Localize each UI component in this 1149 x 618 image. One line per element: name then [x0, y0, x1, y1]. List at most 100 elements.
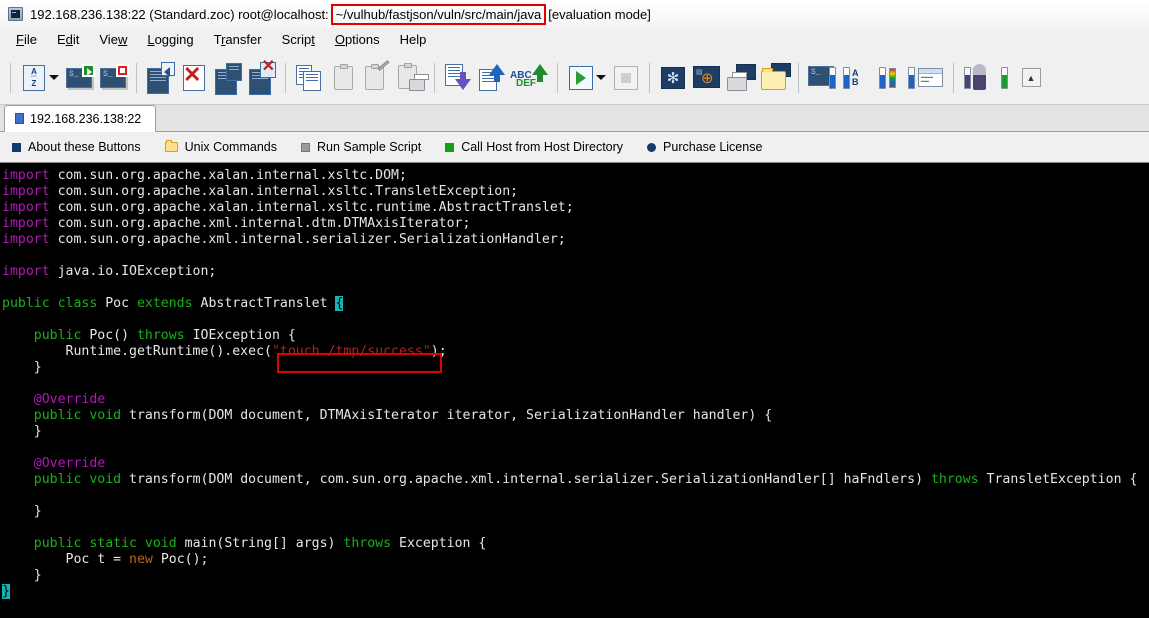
run-script-icon[interactable]	[564, 58, 598, 98]
title-suffix: [evaluation mode]	[548, 6, 651, 22]
terminal-window-icon	[8, 7, 23, 21]
session-tab-icon	[15, 113, 24, 124]
preferences-icon[interactable]	[994, 58, 1014, 98]
snowflake-icon: ✻	[661, 66, 685, 89]
previous-page-icon[interactable]	[143, 58, 177, 98]
color-options-icon[interactable]	[873, 58, 907, 98]
terminal-text: new	[129, 552, 153, 567]
terminal-line: @Override	[2, 392, 1149, 408]
paste-icon[interactable]	[326, 58, 360, 98]
print-clipboard-icon[interactable]	[394, 58, 429, 98]
terminal-line: Poc t = new Poc();	[2, 552, 1149, 568]
open-folder-icon[interactable]	[758, 58, 792, 98]
button-bar-label: Purchase License	[663, 140, 763, 154]
button-bar-item-unix-commands[interactable]: Unix Commands	[153, 140, 289, 154]
toolbar-separator	[649, 62, 650, 93]
button-bar-item-call-host-from-host-directory[interactable]: Call Host from Host Directory	[433, 140, 635, 154]
font-options-icon[interactable]: A B	[839, 58, 873, 98]
title-path-highlight: ~/vulhub/fastjson/vuln/src/main/java	[330, 3, 547, 25]
terminal-text: TransletException {	[978, 472, 1138, 487]
toolbar-separator	[557, 62, 558, 93]
terminal-line: }	[2, 424, 1149, 440]
menu-file[interactable]: File	[6, 30, 47, 49]
square-marker-icon	[300, 142, 310, 152]
upload-file-icon[interactable]	[475, 58, 509, 98]
clear-screen-icon[interactable]: ✕	[177, 58, 211, 98]
terminal-line: @Override	[2, 456, 1149, 472]
terminal-line: }	[2, 584, 1149, 600]
toolbar-separator	[285, 62, 286, 93]
terminal-text: throws	[343, 536, 392, 551]
terminal-text: java.io.IOException;	[49, 264, 217, 279]
menu-logging[interactable]: Logging	[137, 30, 203, 49]
menu-transfer[interactable]: Transfer	[204, 30, 272, 49]
terminal-text: com.sun.org.apache.xml.internal.dtm.DTMA…	[49, 216, 471, 231]
scroll-up-icon[interactable]: ▲	[1014, 58, 1048, 98]
stop-script-icon[interactable]	[609, 58, 643, 98]
ascii-transfer-icon[interactable]: ABC DEF	[509, 58, 551, 98]
terminal-screen[interactable]: import com.sun.org.apache.xalan.internal…	[0, 163, 1149, 618]
print-screen-icon[interactable]	[724, 58, 758, 98]
terminal-cursor: }	[2, 584, 10, 599]
menu-help[interactable]: Help	[390, 30, 437, 49]
terminal-text: public	[33, 328, 82, 343]
new-session-icon[interactable]: ✻	[656, 58, 690, 98]
menu-script[interactable]: Script	[272, 30, 325, 49]
cancel-transfer-icon[interactable]: ✕	[245, 58, 279, 98]
sort-directory-icon[interactable]: A ··· Z	[17, 58, 51, 98]
terminal-text: }	[2, 504, 42, 519]
title-prefix: 192.168.236.138:22 (Standard.zoc) root@l…	[30, 6, 329, 22]
configure-icon[interactable]	[960, 58, 994, 98]
terminal-line: public static void main(String[] args) t…	[2, 536, 1149, 552]
download-file-icon[interactable]	[441, 58, 475, 98]
menu-options[interactable]: Options	[325, 30, 390, 49]
terminal-text: public void	[33, 472, 122, 487]
terminal-text: @Override	[33, 392, 106, 407]
session-options-icon[interactable]	[805, 58, 839, 98]
terminal-text: public class	[2, 296, 98, 311]
terminal-text: com.sun.org.apache.xalan.internal.xsltc.…	[49, 200, 574, 215]
terminal-text: import	[2, 264, 50, 279]
terminal-text: public static void	[33, 536, 177, 551]
toolbar-separator	[434, 62, 435, 93]
host-directory-icon[interactable]: ▤ ⊕	[690, 58, 724, 98]
toolbar-separator	[10, 62, 11, 93]
connect-session-icon[interactable]	[62, 58, 96, 98]
menu-view[interactable]: View	[89, 30, 137, 49]
font-b-label: B	[852, 76, 859, 87]
terminal-text: public void	[33, 408, 122, 423]
terminal-text: main(String[] args)	[176, 536, 344, 551]
edit-clipboard-icon[interactable]	[360, 58, 394, 98]
button-bar-item-purchase-license[interactable]: Purchase License	[635, 140, 774, 154]
send-text-icon[interactable]	[211, 58, 245, 98]
terminal-text: Poc	[97, 296, 137, 311]
title-bar: 192.168.236.138:22 (Standard.zoc) root@l…	[0, 0, 1149, 28]
terminal-line: import com.sun.org.apache.xml.internal.s…	[2, 232, 1149, 248]
terminal-line: import com.sun.org.apache.xalan.internal…	[2, 184, 1149, 200]
terminal-text: );	[430, 344, 447, 359]
terminal-text: com.sun.org.apache.xml.internal.serializ…	[49, 232, 566, 247]
button-bar-item-run-sample-script[interactable]: Run Sample Script	[289, 140, 433, 154]
terminal-text: Exception {	[391, 536, 487, 551]
window-options-icon[interactable]: ▬▬▬ ▬▬	[907, 58, 947, 98]
toolbar-separator	[798, 62, 799, 93]
scroll-up-glyph: ▲	[1021, 68, 1041, 87]
folder-icon	[164, 140, 178, 152]
session-tab-192-168-236-138[interactable]: 192.168.236.138:22	[4, 105, 157, 132]
terminal-text: throws	[930, 472, 979, 487]
terminal-line: import com.sun.org.apache.xalan.internal…	[2, 168, 1149, 184]
copy-list-icon[interactable]	[292, 58, 326, 98]
button-bar-label: Run Sample Script	[316, 140, 422, 154]
terminal-text: }	[2, 568, 42, 583]
terminal-text: import	[2, 168, 50, 183]
terminal-text: extends	[136, 296, 193, 311]
menu-edit[interactable]: Edit	[47, 30, 89, 49]
terminal-cursor: {	[335, 296, 344, 311]
terminal-text: "touch /tmp/success"	[271, 344, 431, 359]
toolbar-separator	[953, 62, 954, 93]
disconnect-session-icon[interactable]	[96, 58, 130, 98]
button-bar-item-about-these-buttons[interactable]: About these Buttons	[0, 140, 153, 154]
terminal-text: Poc t =	[2, 552, 130, 567]
